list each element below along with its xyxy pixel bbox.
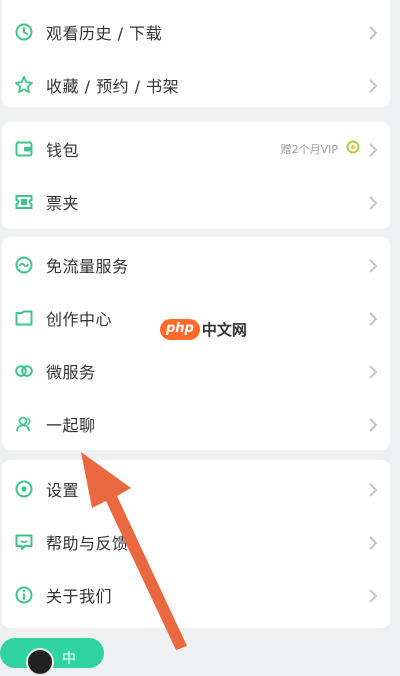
menu-item-label: 设置 <box>46 480 80 500</box>
menu-item-label: 微服务 <box>46 362 96 382</box>
menu-card-services: 免流量服务 创作中心 微服务 一起聊 <box>2 237 390 450</box>
gear-icon <box>14 479 34 499</box>
pill-text: 中 <box>62 651 76 667</box>
chevron-right-icon <box>368 78 378 93</box>
ticket-icon <box>14 192 34 212</box>
clock-icon <box>14 22 34 42</box>
chevron-right-icon <box>368 311 378 326</box>
wallet-icon <box>14 139 34 159</box>
menu-item-favorites[interactable]: 收藏 / 预约 / 书架 <box>2 58 390 111</box>
menu-item-data-free[interactable]: 免流量服务 <box>2 238 390 291</box>
menu-item-label: 一起聊 <box>46 415 96 435</box>
menu-item-label: 票夹 <box>46 193 80 213</box>
chevron-right-icon <box>368 258 378 273</box>
folder-icon <box>14 308 34 328</box>
rings-icon <box>14 361 34 381</box>
chevron-right-icon <box>368 142 378 157</box>
menu-item-settings[interactable]: 设置 <box>2 462 390 515</box>
bottom-floating-pill[interactable]: 中 <box>0 638 104 676</box>
chevron-right-icon <box>368 535 378 550</box>
watermark: php 中文网 <box>160 318 247 340</box>
chat-icon <box>14 532 34 552</box>
menu-item-tickets[interactable]: 票夹 <box>2 175 390 228</box>
menu-card-settings: 设置 帮助与反馈 关于我们 <box>2 460 390 628</box>
menu-item-label: 创作中心 <box>46 309 113 329</box>
chevron-right-icon <box>368 588 378 603</box>
chevron-right-icon <box>368 25 378 40</box>
chevron-right-icon <box>368 195 378 210</box>
wave-icon <box>14 255 34 275</box>
menu-item-label: 收藏 / 预约 / 书架 <box>46 76 180 96</box>
menu-item-label: 钱包 <box>46 140 80 160</box>
vip-promo: 赠2个月VIP <box>281 140 360 157</box>
people-icon <box>14 414 34 434</box>
vip-coin-icon <box>346 140 360 157</box>
menu-item-label: 观看历史 / 下载 <box>46 23 163 43</box>
menu-item-wallet[interactable]: 钱包 赠2个月VIP <box>2 122 390 175</box>
menu-item-micro-service[interactable]: 微服务 <box>2 344 390 397</box>
menu-card-history: 观看历史 / 下载 收藏 / 预约 / 书架 <box>2 0 390 107</box>
menu-item-label: 帮助与反馈 <box>46 533 129 553</box>
menu-item-history[interactable]: 观看历史 / 下载 <box>2 5 390 58</box>
menu-item-label: 免流量服务 <box>46 256 129 276</box>
avatar <box>26 648 54 676</box>
menu-item-label: 关于我们 <box>46 586 113 606</box>
watermark-badge: php <box>160 318 200 340</box>
menu-item-about-us[interactable]: 关于我们 <box>2 568 390 621</box>
menu-card-wallet: 钱包 赠2个月VIP 票夹 <box>2 122 390 229</box>
chevron-right-icon <box>368 364 378 379</box>
chevron-right-icon <box>368 417 378 432</box>
vip-promo-text: 赠2个月VIP <box>280 142 338 156</box>
menu-item-chat-together[interactable]: 一起聊 <box>2 397 390 450</box>
watermark-text: 中文网 <box>201 320 247 339</box>
info-icon <box>14 585 34 605</box>
chevron-right-icon <box>368 482 378 497</box>
menu-item-help-feedback[interactable]: 帮助与反馈 <box>2 515 390 568</box>
star-icon <box>14 75 34 95</box>
